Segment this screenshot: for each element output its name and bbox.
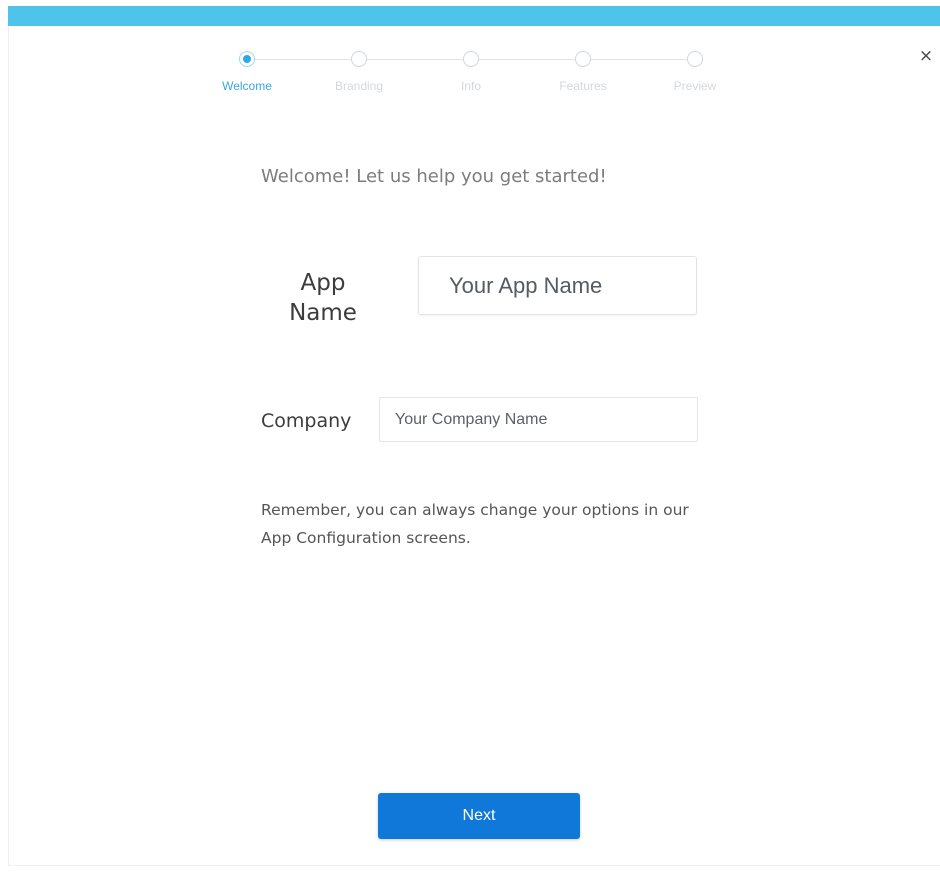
step-label: Branding [334,79,384,93]
step-dot-icon [687,51,703,67]
step-dot-icon [351,51,367,67]
step-info[interactable]: Info [416,46,526,93]
company-name-input[interactable] [379,397,698,442]
step-label: Features [559,79,607,93]
close-icon: × [918,46,934,66]
step-welcome[interactable]: Welcome [192,46,302,93]
next-button[interactable]: Next [378,793,580,839]
step-branding[interactable]: Branding [304,46,414,93]
step-label: Info [460,79,481,93]
app-name-input[interactable] [418,256,697,315]
app-name-label: App Name [289,270,357,326]
configuration-note: Remember, you can always change your opt… [261,501,689,547]
step-dot-icon [575,51,591,67]
step-dot-active-icon [239,51,255,67]
welcome-headline: Welcome! Let us help you get started! [261,166,607,187]
step-preview[interactable]: Preview [640,46,750,93]
close-button[interactable]: × [914,44,938,68]
step-label: Preview [673,79,717,93]
step-features[interactable]: Features [528,46,638,93]
step-dot-icon [463,51,479,67]
frame-border-left [8,26,9,866]
frame-border-bottom [8,865,940,866]
top-accent-bar [8,6,940,26]
step-label: Welcome [222,79,272,93]
company-label: Company [261,410,352,432]
